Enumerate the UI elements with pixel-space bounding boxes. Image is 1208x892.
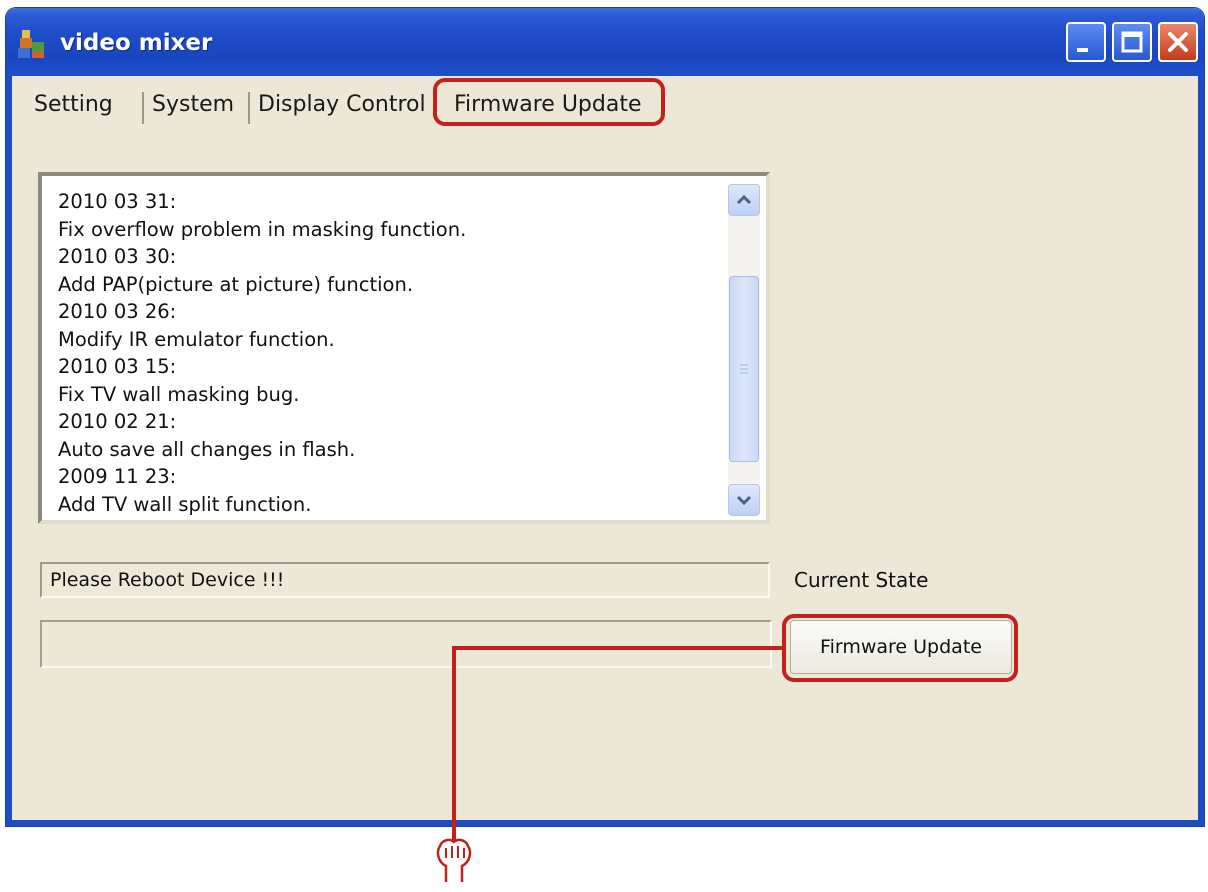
callout-line (452, 646, 784, 846)
callout-annotation (436, 646, 784, 882)
pointing-hand-icon (436, 838, 472, 882)
